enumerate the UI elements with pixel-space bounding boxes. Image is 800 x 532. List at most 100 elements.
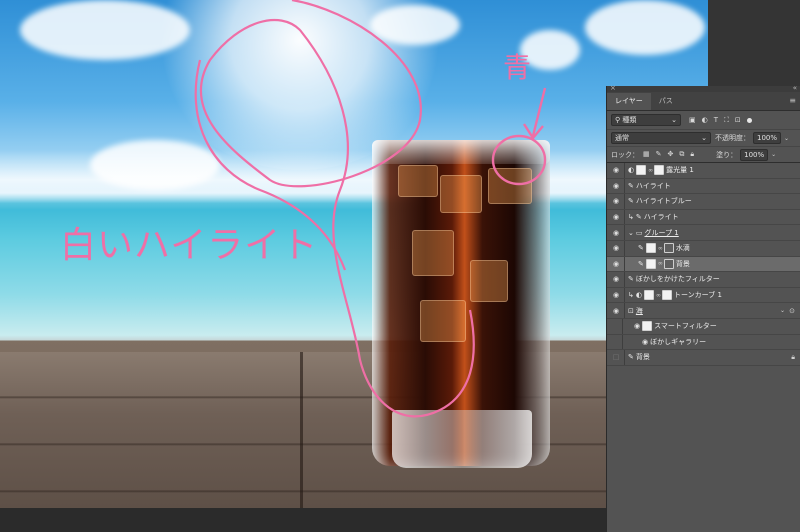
- cloud: [20, 0, 190, 60]
- layer-mask-thumbnail[interactable]: [645, 243, 656, 254]
- lock-all-icon[interactable]: 🔒︎: [690, 150, 694, 159]
- smart-filter-icon[interactable]: ⊙: [789, 307, 795, 315]
- layer-name: スマートフィルター: [654, 322, 717, 331]
- visibility-eye-icon[interactable]: ◉: [610, 291, 622, 299]
- tab-layers[interactable]: レイヤー: [607, 93, 651, 110]
- ice-cube: [420, 300, 466, 342]
- ice-cube: [488, 168, 532, 204]
- layer-thumbnail[interactable]: [663, 243, 674, 254]
- arrow-head: [522, 123, 544, 141]
- visibility-eye-icon[interactable]: ◉: [610, 197, 622, 205]
- brush-icon: ✎: [628, 197, 634, 206]
- smart-object-icon: ⊡: [628, 306, 634, 315]
- workspace-background: [708, 0, 800, 86]
- layer-name: トーンカーブ 1: [673, 291, 722, 300]
- link-icon: ∞: [657, 244, 663, 252]
- layer-mask-thumbnail[interactable]: [636, 165, 647, 176]
- panel-menu-icon[interactable]: ≡: [789, 96, 796, 105]
- visibility-eye-icon[interactable]: ◉: [610, 244, 622, 252]
- glass-base: [392, 410, 532, 468]
- layer-row[interactable]: ◉ ✎ ハイライトブルー: [607, 194, 800, 210]
- chevron-down-icon[interactable]: ⌄: [771, 151, 776, 158]
- layer-row[interactable]: ◉ ✎ ハイライト: [607, 178, 800, 195]
- layer-row[interactable]: ◉ ◐ ∞ 露光量 1: [607, 163, 800, 179]
- lock-artboard-icon[interactable]: ⧉: [679, 150, 684, 159]
- layer-row[interactable]: □ ✎ 背景 🔒︎: [607, 350, 800, 366]
- filter-row: ⚲ 種類 ⌄ ▣ ◐ T ⛶ ⊡: [607, 111, 800, 130]
- lock-transparent-icon[interactable]: ▦: [643, 150, 650, 159]
- layer-name: ハイライト: [635, 181, 671, 190]
- visibility-eye-icon[interactable]: ◉: [610, 166, 622, 174]
- layer-row[interactable]: ◉ ⌄ ▭ グループ 1: [607, 225, 800, 241]
- visibility-eye-icon[interactable]: ◉: [642, 338, 648, 346]
- layer-name: ぼかしをかけたフィルター: [635, 275, 720, 284]
- type-filter-icon[interactable]: T: [714, 116, 718, 125]
- plank-gap: [300, 352, 303, 508]
- lock-icons: ▦ ✎ ✥ ⧉ 🔒︎: [643, 150, 694, 159]
- chevron-down-icon[interactable]: ⌄: [784, 135, 789, 142]
- layer-mask-thumbnail[interactable]: [643, 290, 654, 301]
- clipping-icon: ↳: [628, 291, 634, 300]
- folder-icon: ▭: [635, 228, 643, 237]
- ice-cube: [440, 175, 482, 213]
- visibility-eye-icon[interactable]: ◉: [610, 182, 622, 190]
- adjustment-filter-icon[interactable]: ◐: [702, 116, 708, 125]
- visibility-box[interactable]: □: [610, 353, 622, 361]
- chevron-down-icon[interactable]: ⌄: [628, 229, 634, 237]
- layer-name: 背景: [635, 353, 650, 362]
- lock-position-icon[interactable]: ✥: [668, 150, 674, 159]
- layer-name: 露光量 1: [666, 166, 694, 175]
- brush-icon: ✎: [628, 353, 634, 362]
- filter-toggle-icon[interactable]: [746, 117, 752, 123]
- layer-row[interactable]: ◉ ↳ ✎ ハイライト: [607, 209, 800, 226]
- search-icon: ⚲: [615, 116, 621, 124]
- layer-row[interactable]: ◉ ↳ ◐ ∞ トーンカーブ 1: [607, 287, 800, 304]
- shape-filter-icon[interactable]: ⛶: [724, 116, 729, 125]
- layer-thumbnail[interactable]: [663, 258, 674, 269]
- visibility-eye-icon[interactable]: ◉: [610, 229, 622, 237]
- chevron-down-icon[interactable]: ⌄: [780, 307, 785, 314]
- horizon-clouds: [0, 150, 708, 210]
- layer-thumbnail[interactable]: [654, 165, 665, 176]
- image-filter-icon[interactable]: ▣: [689, 116, 696, 125]
- layer-name: 水滴: [675, 244, 690, 253]
- close-icon[interactable]: ×: [610, 84, 616, 92]
- smart-object-filter-icon[interactable]: ⊡: [735, 116, 741, 125]
- visibility-eye-icon[interactable]: ◉: [634, 322, 640, 330]
- ice-cube: [398, 165, 438, 197]
- visibility-eye-icon[interactable]: ◉: [610, 213, 622, 221]
- visibility-eye-icon[interactable]: ◉: [610, 307, 622, 315]
- blend-row: 通常 ⌄ 不透明度： 100% ⌄: [607, 130, 800, 147]
- visibility-eye-icon[interactable]: ◉: [610, 275, 622, 283]
- visibility-eye-icon[interactable]: ◉: [610, 260, 622, 268]
- layer-row-selected[interactable]: ◉ ✎ ∞ 背景: [607, 256, 800, 273]
- cloud: [370, 5, 460, 45]
- fill-input[interactable]: 100%: [740, 148, 769, 161]
- tab-paths[interactable]: パス: [651, 93, 681, 110]
- layer-row[interactable]: ◉ ✎ ∞ 水滴: [607, 240, 800, 257]
- collapse-icon[interactable]: «: [793, 84, 797, 92]
- layer-filter-select[interactable]: ⚲ 種類 ⌄: [611, 114, 681, 126]
- layer-row[interactable]: ◉ ✎ ぼかしをかけたフィルター: [607, 272, 800, 288]
- lock-label: ロック：: [611, 150, 639, 159]
- canvas-photo[interactable]: 白いハイライト 青: [0, 0, 708, 508]
- chevron-down-icon: ⌄: [671, 116, 677, 124]
- layer-mask-thumbnail[interactable]: [645, 258, 656, 269]
- layer-row[interactable]: ◉ ⊡ 海 ⌄ ⊙: [607, 303, 800, 319]
- layer-row-sub[interactable]: ◉ ぼかしギャラリー: [607, 334, 800, 351]
- brush-icon: ✎: [638, 259, 644, 268]
- layer-list: ◉ ◐ ∞ 露光量 1 ◉ ✎ ハイライト ◉ ✎ ハイライトブルー ◉ ↳ ✎…: [607, 163, 800, 366]
- adjustment-icon: ◐: [628, 166, 635, 175]
- layer-thumbnail[interactable]: [661, 290, 672, 301]
- opacity-label: 不透明度：: [715, 134, 750, 142]
- opacity-input[interactable]: 100%: [753, 132, 782, 144]
- adjustment-icon: ◐: [635, 291, 642, 300]
- lock-image-icon[interactable]: ✎: [656, 150, 662, 159]
- link-icon: ∞: [648, 166, 654, 174]
- layer-name: ハイライト: [643, 213, 679, 222]
- panel-tabs: レイヤー パス ≡: [607, 92, 800, 111]
- blend-mode-select[interactable]: 通常 ⌄: [611, 132, 711, 144]
- link-icon: ∞: [657, 260, 663, 268]
- layer-row-sub[interactable]: ◉ スマートフィルター: [607, 318, 800, 335]
- filter-mask-icon[interactable]: [642, 321, 653, 332]
